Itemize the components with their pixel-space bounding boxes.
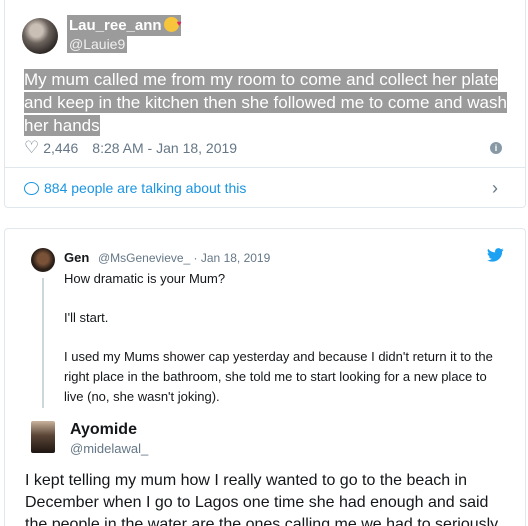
divider bbox=[4, 167, 526, 168]
info-icon[interactable]: i bbox=[490, 142, 502, 154]
tweet-text-content: My mum called me from my room to come an… bbox=[24, 69, 507, 136]
timestamp[interactable]: 8:28 AM - Jan 18, 2019 bbox=[92, 140, 237, 156]
quoted-paragraph: I'll start. bbox=[64, 310, 109, 325]
talking-text: 884 people are talking about this bbox=[44, 180, 247, 196]
quoted-tweet-text: How dramatic is your Mum? I'll start. I … bbox=[64, 269, 504, 407]
reply-text: I kept telling my mum how I really wante… bbox=[25, 472, 499, 526]
smiling-face-with-hearts-icon bbox=[163, 14, 182, 33]
twitter-bird-icon[interactable] bbox=[487, 248, 504, 262]
quoted-paragraph: I used my Mums shower cap yesterday and … bbox=[64, 349, 493, 404]
quoted-paragraph: How dramatic is your Mum? bbox=[64, 271, 226, 286]
quoted-display-name[interactable]: Gen bbox=[64, 250, 89, 265]
tweet-text: My mum called me from my room to come an… bbox=[24, 68, 514, 137]
like-count[interactable]: 2,446 bbox=[43, 140, 78, 156]
reply-handle[interactable]: @midelawal_ bbox=[70, 441, 148, 456]
display-name-text: Lau_ree_ann bbox=[69, 17, 162, 34]
heart-icon[interactable]: ♡ bbox=[24, 139, 39, 156]
avatar[interactable] bbox=[22, 18, 58, 54]
chevron-right-icon[interactable]: › bbox=[492, 179, 498, 197]
user-handle[interactable]: @Lauie9 bbox=[67, 36, 128, 53]
quoted-handle-date[interactable]: @MsGenevieve_ · Jan 18, 2019 bbox=[98, 251, 270, 265]
thread-line bbox=[42, 278, 44, 408]
comment-bubble-icon bbox=[24, 181, 39, 195]
reply-display-name[interactable]: Ayomide bbox=[70, 421, 137, 439]
talking-link[interactable]: 884 people are talking about this bbox=[24, 180, 246, 196]
display-name[interactable]: Lau_ree_ann bbox=[67, 14, 182, 36]
avatar[interactable] bbox=[31, 421, 55, 453]
avatar[interactable] bbox=[31, 248, 55, 272]
tweet-meta: ♡ 2,446 8:28 AM - Jan 18, 2019 bbox=[24, 139, 237, 156]
